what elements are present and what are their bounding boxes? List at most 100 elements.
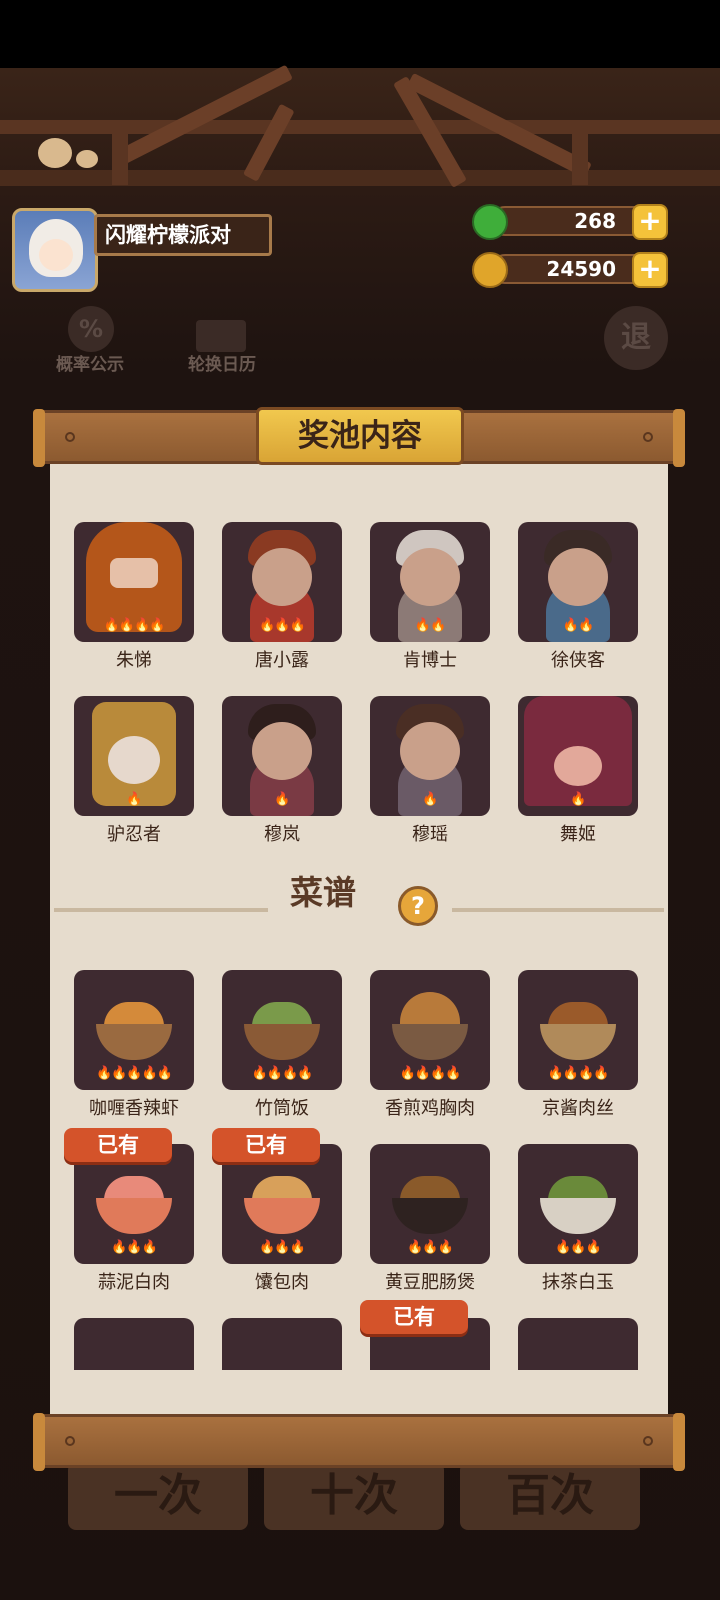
draw-one-button[interactable]: 一次 — [68, 1462, 248, 1530]
roller-end — [33, 1413, 45, 1471]
recipe-name: 香煎鸡胸肉 — [385, 1098, 475, 1119]
dish-bowl — [392, 1198, 468, 1234]
recipe-card[interactable]: 🔥🔥🔥 — [222, 1144, 342, 1264]
nail-icon — [65, 432, 75, 442]
exit-button[interactable]: 退 — [604, 306, 668, 370]
recipe-name: 黄豆肥肠煲 — [385, 1272, 475, 1293]
dish-bowl — [392, 1024, 468, 1060]
nail-icon — [643, 432, 653, 442]
rarity-flames: 🔥 — [570, 792, 586, 807]
character-name: 驴忍者 — [107, 824, 161, 845]
calendar-button[interactable]: 轮换日历 — [172, 350, 272, 375]
owned-badge: 已有 — [360, 1300, 468, 1334]
rate-icon: % — [68, 306, 114, 352]
recipe-card[interactable]: 🔥🔥🔥🔥 — [370, 970, 490, 1090]
rarity-flames: 🔥🔥🔥🔥 — [251, 1066, 314, 1081]
character-face — [110, 558, 158, 588]
recipe-card[interactable] — [518, 1318, 638, 1370]
character-name: 肯博士 — [403, 650, 457, 671]
rarity-flames: 🔥🔥🔥 — [259, 618, 306, 633]
character-card[interactable]: 🔥 — [74, 696, 194, 816]
character-card[interactable]: 🔥🔥🔥 — [222, 522, 342, 642]
recipe-card[interactable]: 🔥🔥🔥🔥🔥 — [74, 970, 194, 1090]
rarity-flames: 🔥🔥🔥🔥 — [103, 618, 166, 633]
character-face — [108, 736, 160, 784]
rarity-flames: 🔥 — [126, 792, 142, 807]
character-name: 朱悌 — [116, 650, 152, 671]
character-card[interactable]: 🔥 — [370, 696, 490, 816]
character-face — [400, 548, 460, 606]
character-card[interactable]: 🔥 — [222, 696, 342, 816]
rarity-flames: 🔥🔥🔥 — [111, 1240, 158, 1255]
section-divider — [452, 908, 664, 912]
character-name: 穆瑶 — [412, 824, 448, 845]
chick-decoration — [76, 150, 98, 168]
rarity-flames: 🔥🔥🔥 — [555, 1240, 602, 1255]
avatar-face — [39, 239, 73, 271]
recipe-section-title: 菜谱 — [290, 873, 356, 912]
rarity-flames: 🔥🔥🔥🔥🔥 — [96, 1066, 173, 1081]
draw-ten-button[interactable]: 十次 — [264, 1462, 444, 1530]
nail-icon — [65, 1436, 75, 1446]
character-face — [554, 746, 602, 786]
roller-end — [673, 409, 685, 467]
wood-post — [112, 125, 128, 185]
rarity-flames: 🔥🔥🔥 — [407, 1240, 454, 1255]
ceiling-beam-lower — [0, 170, 720, 186]
recipe-name: 馕包肉 — [255, 1272, 309, 1293]
player-name: 闪耀柠檬派对 — [94, 214, 272, 256]
rarity-flames: 🔥🔥 — [414, 618, 446, 633]
character-card[interactable]: 🔥🔥 — [370, 522, 490, 642]
scroll-roller-bottom — [33, 1413, 685, 1471]
draw-hundred-button[interactable]: 百次 — [460, 1462, 640, 1530]
character-name: 唐小露 — [255, 650, 309, 671]
rarity-flames: 🔥🔥🔥🔥 — [399, 1066, 462, 1081]
nail-icon — [643, 1436, 653, 1446]
rarity-flames: 🔥🔥🔥🔥 — [547, 1066, 610, 1081]
character-name: 穆岚 — [264, 824, 300, 845]
character-card[interactable]: 🔥🔥🔥🔥 — [74, 522, 194, 642]
recipe-card[interactable]: 🔥🔥🔥🔥 — [518, 970, 638, 1090]
character-face — [548, 548, 608, 606]
dish-bowl — [244, 1024, 320, 1060]
character-face — [252, 722, 312, 780]
recipe-card[interactable] — [222, 1318, 342, 1370]
character-card[interactable]: 🔥 — [518, 696, 638, 816]
recipe-card[interactable]: 🔥🔥🔥 — [518, 1144, 638, 1264]
recipe-card[interactable]: 🔥🔥🔥🔥 — [222, 970, 342, 1090]
add-coin-button[interactable]: + — [632, 252, 668, 288]
recipe-name: 竹筒饭 — [255, 1098, 309, 1119]
calendar-icon — [196, 320, 246, 352]
recipe-name: 抹茶白玉 — [542, 1272, 614, 1293]
jade-icon — [472, 204, 508, 240]
owned-badge: 已有 — [64, 1128, 172, 1162]
ceiling-beam — [0, 120, 720, 134]
add-jade-button[interactable]: + — [632, 204, 668, 240]
jade-currency: 268 + — [472, 204, 672, 240]
help-icon[interactable]: ? — [398, 886, 438, 926]
recipe-card[interactable]: 🔥🔥🔥 — [74, 1144, 194, 1264]
dish-bowl — [96, 1198, 172, 1234]
rarity-flames: 🔥🔥 — [562, 618, 594, 633]
wood-post — [572, 125, 588, 185]
player-avatar[interactable] — [12, 208, 98, 292]
dish-bowl — [244, 1198, 320, 1234]
rate-button[interactable]: 概率公示 — [40, 350, 140, 375]
dish-bowl — [540, 1198, 616, 1234]
roller-end — [33, 409, 45, 467]
status-bar — [0, 0, 720, 68]
character-name: 舞姬 — [560, 824, 596, 845]
character-card[interactable]: 🔥🔥 — [518, 522, 638, 642]
character-face — [252, 548, 312, 606]
recipe-name: 蒜泥白肉 — [98, 1272, 170, 1293]
recipe-name: 咖喱香辣虾 — [89, 1098, 179, 1119]
chick-decoration — [38, 138, 72, 168]
character-face — [400, 722, 460, 780]
recipe-name: 京酱肉丝 — [542, 1098, 614, 1119]
recipe-card[interactable] — [74, 1318, 194, 1370]
dish-bowl — [96, 1024, 172, 1060]
recipe-card[interactable]: 🔥🔥🔥 — [370, 1144, 490, 1264]
character-name: 徐侠客 — [551, 650, 605, 671]
section-divider — [54, 908, 268, 912]
dish-bowl — [540, 1024, 616, 1060]
